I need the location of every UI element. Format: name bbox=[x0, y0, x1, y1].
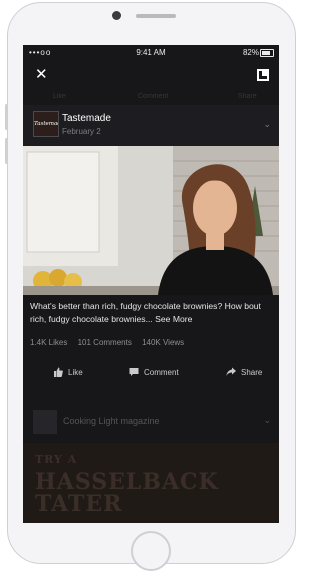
comment-label: Comment bbox=[144, 367, 179, 377]
caption-text: What's better than rich, fudgy chocolate… bbox=[30, 301, 261, 324]
share-button[interactable]: Share bbox=[226, 367, 262, 377]
like-label: Like bbox=[68, 367, 83, 377]
comments-count[interactable]: 101 Comments bbox=[78, 338, 132, 347]
post-caption: What's better than rich, fudgy chocolate… bbox=[30, 300, 274, 325]
video-player[interactable] bbox=[23, 146, 279, 295]
ghost-label: Comment bbox=[138, 93, 169, 100]
chevron-down-icon[interactable]: ⌄ bbox=[263, 119, 271, 130]
see-more-link[interactable]: See More bbox=[155, 314, 192, 324]
close-button[interactable]: ✕ bbox=[35, 67, 48, 83]
ghost-label: Share bbox=[238, 93, 257, 100]
next-post-header: Cooking Light magazine ⌄ bbox=[23, 400, 279, 440]
sponsored-image: TRY A HASSELBACK TATER bbox=[23, 443, 279, 523]
like-button[interactable]: Like bbox=[53, 367, 83, 377]
battery-icon bbox=[260, 49, 274, 57]
chevron-down-icon: ⌄ bbox=[263, 415, 271, 425]
next-post-author: Cooking Light magazine bbox=[63, 416, 160, 426]
likes-count[interactable]: 1.4K Likes bbox=[30, 338, 67, 347]
home-button[interactable] bbox=[131, 531, 171, 571]
ad-headline: TRY A HASSELBACK TATER bbox=[35, 449, 219, 515]
next-post-avatar bbox=[33, 410, 57, 434]
thumbs-up-icon bbox=[54, 367, 63, 377]
post-date[interactable]: February 2 bbox=[62, 127, 101, 136]
status-time: 9:41 AM bbox=[136, 48, 166, 57]
background-action-bar: Like Comment Share bbox=[23, 91, 279, 103]
front-camera bbox=[112, 11, 121, 20]
post-header bbox=[23, 105, 279, 147]
volume-button bbox=[5, 104, 8, 130]
share-label: Share bbox=[241, 367, 263, 377]
views-count: 140K Views bbox=[142, 338, 185, 347]
volume-button bbox=[5, 138, 8, 164]
video-frame bbox=[23, 146, 279, 295]
comment-icon bbox=[129, 368, 139, 376]
page-avatar[interactable]: Tastemade bbox=[33, 111, 59, 137]
comment-button[interactable]: Comment bbox=[129, 367, 179, 377]
battery-percent: 82% bbox=[242, 48, 259, 57]
earpiece-speaker bbox=[136, 14, 176, 18]
ghost-label: Like bbox=[53, 93, 66, 100]
picture-in-picture-icon[interactable] bbox=[257, 69, 269, 81]
share-arrow-icon bbox=[226, 367, 236, 376]
status-bar: •••oo 9:41 AM 82% bbox=[23, 45, 279, 61]
ad-line: TATER bbox=[35, 491, 123, 517]
post-stats: 1.4K Likes 101 Comments 140K Views bbox=[30, 338, 192, 347]
post-action-bar: Like Comment Share bbox=[23, 363, 279, 383]
post-author[interactable]: Tastemade bbox=[62, 113, 111, 124]
ad-line: TRY A bbox=[35, 453, 78, 466]
screen: •••oo 9:41 AM 82% ✕ Like Comment Share T… bbox=[23, 45, 279, 523]
ad-line: HASSELBACK bbox=[35, 469, 219, 495]
